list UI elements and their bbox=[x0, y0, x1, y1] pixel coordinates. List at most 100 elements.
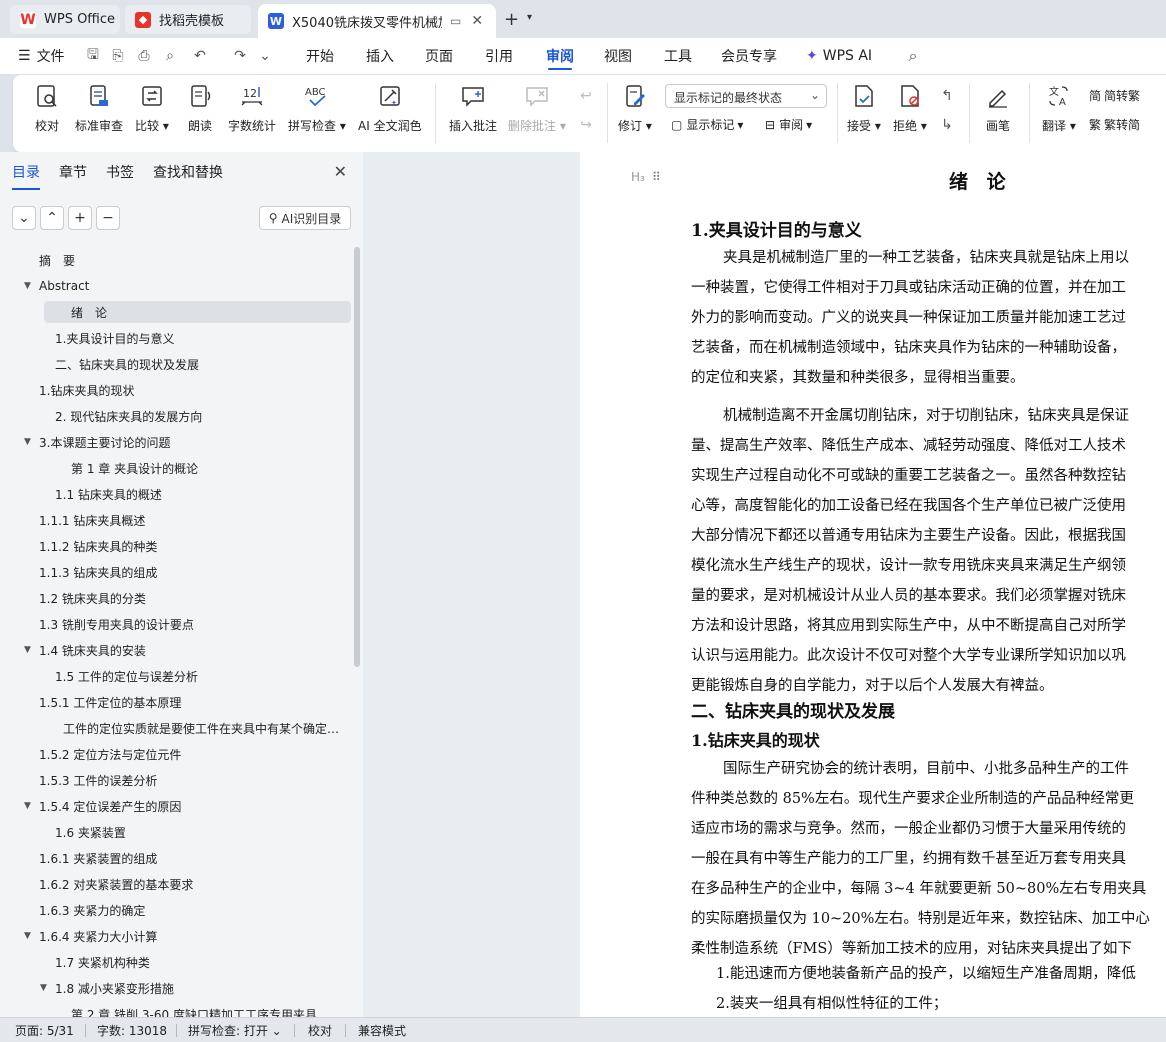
ai-toc-button[interactable]: ⚲ AI识别目录 bbox=[259, 206, 351, 230]
monitor-icon[interactable]: ▭ bbox=[450, 14, 461, 28]
toc-item[interactable]: 1.1.3 钻床夹具的组成 bbox=[0, 561, 350, 583]
menu-member[interactable]: 会员专享 bbox=[721, 38, 777, 74]
toc-item[interactable]: 1.3 铣削专用夹具的设计要点 bbox=[0, 613, 350, 635]
next-comment-icon[interactable]: ↪ bbox=[576, 115, 596, 135]
menu-reference[interactable]: 引用 bbox=[485, 38, 513, 74]
toc-item[interactable]: 1.夹具设计目的与意义 bbox=[0, 327, 350, 349]
redo-icon[interactable]: ↷ bbox=[230, 46, 250, 66]
display-mode-select[interactable]: 显示标记的最终状态 ⌄ bbox=[665, 84, 827, 108]
menu-page[interactable]: 页面 bbox=[425, 38, 453, 74]
reject-button[interactable]: 拒绝 ▾ bbox=[893, 83, 927, 134]
toc-item[interactable]: ▼ 1.4 铣床夹具的安装 bbox=[0, 639, 350, 661]
toc-item[interactable]: 1.2 铣床夹具的分类 bbox=[0, 587, 350, 609]
word-count-indicator[interactable]: 字数: 13018 bbox=[97, 1022, 167, 1039]
wps-ai-menu[interactable]: ✦ WPS AI bbox=[806, 38, 872, 74]
save-icon[interactable]: 🖫 bbox=[83, 46, 103, 66]
caret-down-icon[interactable]: ▼ bbox=[24, 437, 31, 447]
collapse-all-button[interactable]: ⌄ bbox=[12, 206, 36, 230]
read-aloud-button[interactable]: 朗读 bbox=[187, 83, 213, 134]
caret-down-icon[interactable]: ▼ bbox=[24, 645, 31, 655]
standard-review-button[interactable]: 标准审查 bbox=[75, 83, 123, 134]
spell-check-status[interactable]: 拼写检查: 打开 ⌄ bbox=[188, 1022, 282, 1039]
page-indicator[interactable]: 页面: 5/31 bbox=[15, 1022, 74, 1039]
proofread-status[interactable]: 校对 bbox=[308, 1022, 332, 1039]
spell-check-button[interactable]: ABC 拼写检查 ▾ bbox=[288, 83, 346, 134]
translate-button[interactable]: 文A 翻译 ▾ bbox=[1042, 83, 1076, 134]
close-icon[interactable]: ✕ bbox=[471, 13, 483, 29]
caret-down-icon[interactable]: ▼ bbox=[24, 281, 31, 291]
remove-heading-button[interactable]: − bbox=[96, 206, 120, 230]
next-change-icon[interactable]: ↳ bbox=[937, 115, 957, 135]
word-count-button[interactable]: 12 字数统计 bbox=[228, 83, 276, 134]
delete-comment-button[interactable]: 删除批注 ▾ bbox=[508, 83, 566, 134]
traditional-to-simplified-button[interactable]: 繁 繁转简 bbox=[1089, 116, 1140, 133]
menu-tools[interactable]: 工具 bbox=[664, 38, 692, 74]
tab-docer[interactable]: ◆ 找稻壳模板 bbox=[125, 5, 251, 34]
menu-view[interactable]: 视图 bbox=[604, 38, 632, 74]
show-markup-button[interactable]: ▢ 显示标记 ▾ bbox=[671, 116, 743, 133]
search-icon[interactable]: ⌕ bbox=[903, 46, 923, 66]
toc-scrollbar[interactable] bbox=[354, 247, 360, 667]
compare-button[interactable]: 比较 ▾ bbox=[135, 83, 169, 134]
toc-item[interactable]: 工件的定位实质就是要使工件在夹具中有某个确定… bbox=[0, 717, 350, 739]
undo-icon[interactable]: ↶ bbox=[190, 46, 210, 66]
toc-item[interactable]: 1.6.3 夹紧力的确定 bbox=[0, 899, 350, 921]
pen-button[interactable]: 画笔 bbox=[985, 83, 1011, 134]
toc-item[interactable]: 1.5.1 工件定位的基本原理 bbox=[0, 691, 350, 713]
tab-find-replace[interactable]: 查找和替换 bbox=[153, 162, 223, 182]
new-tab-button[interactable]: + bbox=[504, 9, 519, 30]
insert-comment-button[interactable]: 插入批注 bbox=[449, 83, 497, 134]
toc-item[interactable]: 第 2 章 铣削 3-60 度缺口精加工工序专用夹具 bbox=[0, 1003, 350, 1018]
simplified-to-traditional-button[interactable]: 简 简转繁 bbox=[1089, 87, 1140, 104]
toc-item[interactable]: 第 1 章 夹具设计的概论 bbox=[0, 457, 350, 479]
proofread-button[interactable]: 校对 bbox=[34, 83, 60, 134]
expand-all-button[interactable]: ⌃ bbox=[40, 206, 64, 230]
toc-item[interactable]: ▼ 1.6.4 夹紧力大小计算 bbox=[0, 925, 350, 947]
toc-item[interactable]: 二、钻床夹具的现状及发展 bbox=[0, 353, 350, 375]
close-icon[interactable]: ✕ bbox=[334, 162, 347, 181]
toc-item[interactable]: 1.1.1 钻床夹具概述 bbox=[0, 509, 350, 531]
review-pane-button[interactable]: ⊟ 审阅 ▾ bbox=[765, 116, 812, 133]
add-heading-button[interactable]: + bbox=[68, 206, 92, 230]
menu-start[interactable]: 开始 bbox=[306, 38, 334, 74]
ai-polish-button[interactable]: ✦ AI 全文润色 bbox=[358, 83, 422, 134]
prev-change-icon[interactable]: ↰ bbox=[937, 86, 957, 106]
print-preview-icon[interactable]: ⌕ bbox=[160, 46, 180, 66]
toc-item[interactable]: 1.5.3 工件的误差分析 bbox=[0, 769, 350, 791]
toc-item[interactable]: 1.7 夹紧机构种类 bbox=[0, 951, 350, 973]
toc-item[interactable]: ▼ 1.8 减小夹紧变形措施 bbox=[0, 977, 350, 999]
revise-button[interactable]: 修订 ▾ bbox=[618, 83, 652, 134]
toc-item[interactable]: 1.5.2 定位方法与定位元件 bbox=[0, 743, 350, 765]
toc-item[interactable]: 1.1.2 钻床夹具的种类 bbox=[0, 535, 350, 557]
tab-toc[interactable]: 目录 bbox=[12, 162, 40, 190]
caret-down-icon[interactable]: ▼ bbox=[40, 983, 47, 993]
tab-bookmarks[interactable]: 书签 bbox=[106, 162, 134, 182]
toc-item[interactable]: 1.6 夹紧装置 bbox=[0, 821, 350, 843]
caret-down-icon[interactable]: ▼ bbox=[24, 931, 31, 941]
toc-item[interactable]: 1.1 钻床夹具的概述 bbox=[0, 483, 350, 505]
chevron-down-icon[interactable]: ▾ bbox=[527, 12, 532, 23]
tab-chapters[interactable]: 章节 bbox=[59, 162, 87, 182]
toc-item[interactable]: 1.5 工件的定位与误差分析 bbox=[0, 665, 350, 687]
toc-item[interactable]: 绪 论 bbox=[44, 301, 351, 323]
document-page[interactable]: H₃ ⠿ 绪 论 1.夹具设计目的与意义 夹具是机械制造厂里的一种工艺装备，钻床夹… bbox=[580, 152, 1166, 1017]
file-menu[interactable]: ☰ 文件 bbox=[18, 38, 65, 74]
toc-item[interactable]: 1.6.1 夹紧装置的组成 bbox=[0, 847, 350, 869]
more-chevron-icon[interactable]: ⌄ bbox=[255, 46, 275, 66]
prev-comment-icon[interactable]: ↩ bbox=[576, 86, 596, 106]
toc-item[interactable]: ▼ 1.5.4 定位误差产生的原因 bbox=[0, 795, 350, 817]
export-icon[interactable]: ⎘ bbox=[108, 46, 128, 66]
menu-review[interactable]: 审阅 bbox=[546, 38, 574, 74]
print-icon[interactable]: ⎙ bbox=[134, 46, 154, 66]
menu-insert[interactable]: 插入 bbox=[366, 38, 394, 74]
toc-item[interactable]: ▼ 3.本课题主要讨论的问题 bbox=[0, 431, 350, 453]
tab-document[interactable]: W X5040铣床拨叉零件机械加工 ▭ ✕ bbox=[258, 4, 496, 38]
toc-item[interactable]: 2. 现代钻床夹具的发展方向 bbox=[0, 405, 350, 427]
drag-handle-icon[interactable]: ⠿ bbox=[652, 170, 661, 184]
toc-item[interactable]: 摘 要 bbox=[0, 249, 350, 271]
toc-item[interactable]: 1.6.2 对夹紧装置的基本要求 bbox=[0, 873, 350, 895]
accept-button[interactable]: 接受 ▾ bbox=[847, 83, 881, 134]
caret-down-icon[interactable]: ▼ bbox=[24, 801, 31, 811]
toc-item[interactable]: 1.钻床夹具的现状 bbox=[0, 379, 350, 401]
tab-wps-office[interactable]: W WPS Office bbox=[10, 5, 120, 34]
